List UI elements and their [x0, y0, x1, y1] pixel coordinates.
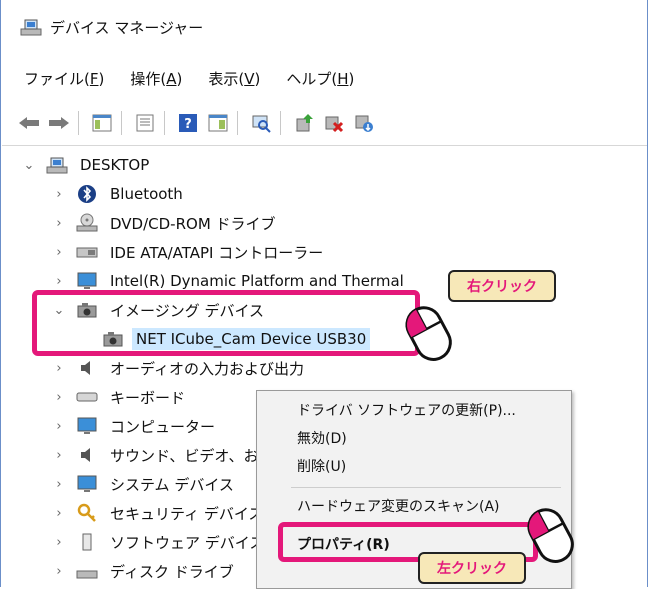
- tree-root-label: DESKTOP: [80, 156, 150, 174]
- chevron-right-icon[interactable]: ›: [52, 448, 66, 463]
- toolbar: ?: [2, 104, 647, 142]
- ctx-uninstall[interactable]: 削除(U): [297, 453, 346, 479]
- tree-item-label: サウンド、ビデオ、お: [110, 446, 259, 465]
- tree-item-label: NET ICube_Cam Device USB30: [132, 328, 371, 350]
- camera-icon: [102, 329, 124, 349]
- device-manager-icon: [20, 17, 42, 37]
- computer-icon: [46, 155, 68, 175]
- left-click-callout: 左クリック: [418, 552, 526, 584]
- update-driver-icon[interactable]: [291, 110, 317, 136]
- tree-item-label: ソフトウェア デバイス: [110, 533, 265, 552]
- tree-item-intel[interactable]: › Intel(R) Dynamic Platform and Thermal: [52, 267, 408, 295]
- chevron-right-icon[interactable]: ›: [52, 245, 66, 260]
- toolbar-separator: [78, 111, 79, 135]
- ctx-scan-hardware[interactable]: ハードウェア変更のスキャン(A): [297, 493, 500, 519]
- disk-drive-icon: [76, 561, 98, 581]
- tree-item-label: Intel(R) Dynamic Platform and Thermal: [110, 272, 404, 290]
- menu-view[interactable]: 表示(V): [206, 64, 262, 93]
- tree-item-computer[interactable]: › コンピューター: [52, 412, 219, 440]
- tree-item-label: ディスク ドライブ: [110, 562, 234, 581]
- tree-root-desktop[interactable]: ⌄ DESKTOP: [22, 151, 153, 179]
- tree-item-label: コンピューター: [110, 417, 216, 436]
- chevron-right-icon[interactable]: ›: [52, 187, 66, 202]
- tree-item-label: システム デバイス: [110, 475, 234, 494]
- security-device-icon: [76, 503, 98, 523]
- tree-item-keyboard[interactable]: › キーボード: [52, 383, 189, 411]
- chevron-down-icon[interactable]: ⌄: [22, 158, 36, 173]
- sound-icon: [76, 445, 98, 465]
- ctx-disable[interactable]: 無効(D): [297, 425, 347, 451]
- tree-item-label: Bluetooth: [110, 185, 183, 203]
- toolbar-separator: [164, 111, 165, 135]
- tree-item-label: DVD/CD-ROM ドライブ: [110, 214, 276, 233]
- chevron-right-icon[interactable]: ›: [52, 274, 66, 289]
- properties-icon[interactable]: [132, 110, 158, 136]
- tree-item-bluetooth[interactable]: › Bluetooth: [52, 180, 187, 208]
- keyboard-icon: [76, 387, 98, 407]
- view-icon[interactable]: [205, 110, 231, 136]
- tree-item-imaging[interactable]: ⌄ イメージング デバイス: [52, 296, 268, 324]
- ctx-update-driver[interactable]: ドライバ ソフトウェアの更新(P)...: [297, 397, 516, 423]
- title-bar: デバイス マネージャー: [2, 0, 647, 54]
- scan-hardware-icon[interactable]: [248, 110, 274, 136]
- bluetooth-icon: [76, 184, 98, 204]
- computer-icon: [76, 416, 98, 436]
- chevron-right-icon[interactable]: ›: [52, 361, 66, 376]
- tree-item-dvd[interactable]: › DVD/CD-ROM ドライブ: [52, 209, 280, 237]
- chevron-right-icon[interactable]: ›: [52, 390, 66, 405]
- chevron-right-icon[interactable]: ›: [52, 506, 66, 521]
- menu-file[interactable]: ファイル(F): [22, 64, 106, 93]
- chevron-right-icon[interactable]: ›: [52, 564, 66, 579]
- software-device-icon: [76, 532, 98, 552]
- tree-item-ide[interactable]: › IDE ATA/ATAPI コントローラー: [52, 238, 327, 266]
- toolbar-separator: [121, 111, 122, 135]
- tree-item-label: イメージング デバイス: [110, 301, 265, 320]
- content-divider: [2, 145, 647, 146]
- tree-item-system-devices[interactable]: › システム デバイス: [52, 470, 238, 498]
- ctx-separator: [291, 487, 561, 488]
- svg-text:?: ?: [184, 117, 192, 132]
- tree-item-icube-cam[interactable]: NET ICube_Cam Device USB30: [92, 325, 371, 353]
- tree-item-security-devices[interactable]: › セキュリティ デバイス: [52, 499, 267, 527]
- uninstall-icon[interactable]: [321, 110, 347, 136]
- mouse-right-click-icon: [398, 298, 462, 374]
- menu-help[interactable]: ヘルプ(H): [284, 64, 356, 93]
- show-hide-console-tree-icon[interactable]: [89, 110, 115, 136]
- tree-item-sound-video[interactable]: › サウンド、ビデオ、お: [52, 441, 263, 469]
- monitor-icon: [76, 271, 98, 291]
- enable-device-icon[interactable]: [351, 110, 377, 136]
- tree-item-label: IDE ATA/ATAPI コントローラー: [110, 243, 324, 262]
- tree-item-label: キーボード: [110, 388, 186, 407]
- toolbar-separator: [237, 111, 238, 135]
- help-icon[interactable]: ?: [175, 110, 201, 136]
- menu-action[interactable]: 操作(A): [128, 64, 184, 93]
- menu-bar: ファイル(F) 操作(A) 表示(V) ヘルプ(H): [2, 58, 647, 98]
- mouse-left-click-icon: [520, 500, 584, 576]
- tree-item-label: セキュリティ デバイス: [110, 504, 264, 523]
- chevron-right-icon[interactable]: ›: [52, 419, 66, 434]
- tree-item-software-devices[interactable]: › ソフトウェア デバイス: [52, 528, 268, 556]
- tree-item-disk-drives[interactable]: › ディスク ドライブ: [52, 557, 238, 585]
- tree-item-label: オーディオの入力および出力: [110, 359, 304, 378]
- forward-icon[interactable]: [46, 110, 72, 136]
- ctx-properties[interactable]: プロパティ(R): [297, 531, 390, 557]
- chevron-down-icon[interactable]: ⌄: [52, 303, 66, 318]
- right-click-callout: 右クリック: [448, 270, 556, 302]
- window-title: デバイス マネージャー: [50, 18, 204, 37]
- speaker-icon: [76, 358, 98, 378]
- camera-icon: [76, 300, 98, 320]
- tree-item-audio-io[interactable]: › オーディオの入力および出力: [52, 354, 308, 382]
- chevron-right-icon[interactable]: ›: [52, 216, 66, 231]
- toolbar-separator: [280, 111, 281, 135]
- back-icon[interactable]: [16, 110, 42, 136]
- chevron-right-icon[interactable]: ›: [52, 535, 66, 550]
- ide-controller-icon: [76, 242, 98, 262]
- chevron-right-icon[interactable]: ›: [52, 477, 66, 492]
- dvd-drive-icon: [76, 213, 98, 233]
- system-device-icon: [76, 474, 98, 494]
